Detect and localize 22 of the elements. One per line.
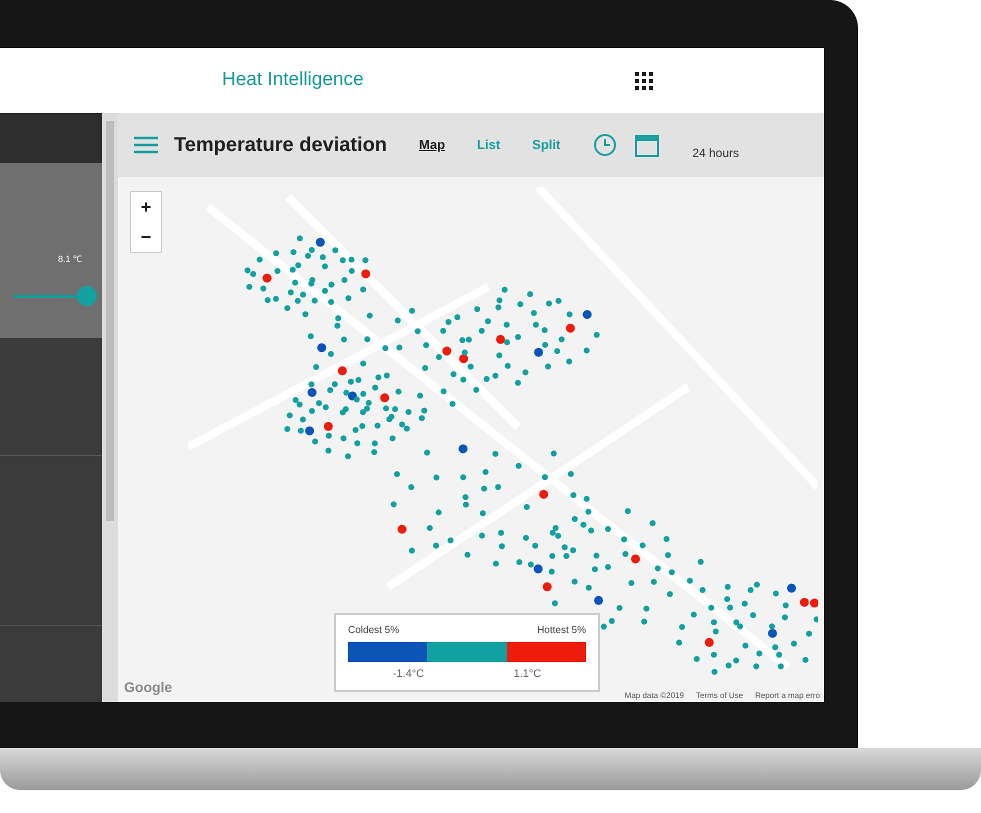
app-title: Heat Intelligence <box>222 68 364 92</box>
slider-fill <box>14 294 77 298</box>
zoom-button[interactable]: + <box>131 192 161 222</box>
legend-value: -1.4°C <box>392 666 424 682</box>
map-title: Temperature deviation <box>174 133 388 158</box>
menu-icon[interactable] <box>134 136 158 154</box>
legend-value: 1.1°C <box>514 666 542 682</box>
slider-thumb[interactable] <box>76 286 97 306</box>
scrollbar[interactable] <box>102 113 118 702</box>
legend-label: Coldest 5% <box>348 624 400 638</box>
attribution-text[interactable]: Terms of Use <box>696 690 744 702</box>
attribution-text: Map data ©2019 <box>624 690 684 702</box>
apps-grid-icon[interactable] <box>634 70 654 90</box>
slider-reading: 8.1 ℃ <box>58 253 82 266</box>
view-tab[interactable]: Map <box>419 135 446 155</box>
period-label: 24 hours <box>692 145 740 162</box>
map-logo: Google <box>124 678 172 697</box>
calendar-icon[interactable] <box>634 132 660 158</box>
clock-icon[interactable] <box>592 132 618 158</box>
attribution-text[interactable]: Report a map erro <box>755 690 820 702</box>
legend-label: Hottest 5% <box>537 624 586 638</box>
zoom-button[interactable]: − <box>131 222 161 252</box>
